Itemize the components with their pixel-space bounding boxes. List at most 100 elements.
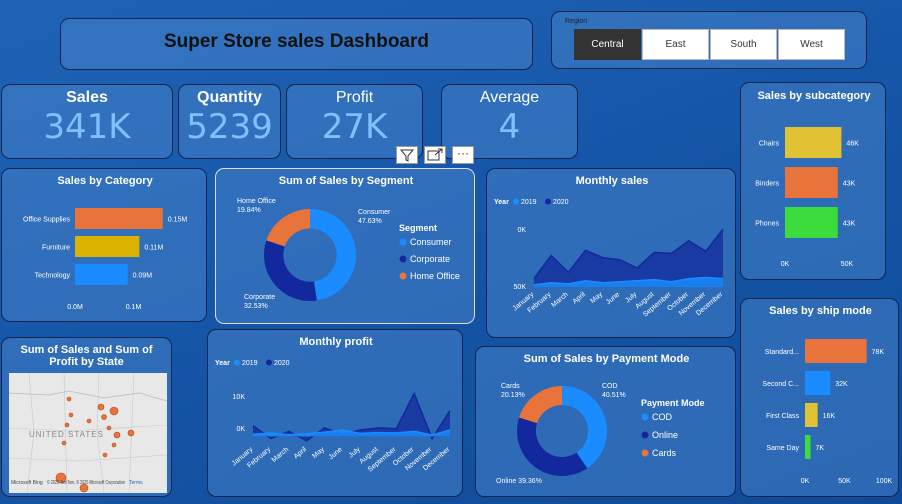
bar-value-label: 16K: [823, 413, 836, 420]
kpi-sales-card: Sales 341K: [1, 84, 173, 159]
sales-by-segment-card: Sum of Sales by Segment Consumer 47.63% Cor…: [215, 168, 475, 324]
y-tick-label: 0K: [517, 227, 526, 234]
x-tick-label: 0K: [801, 478, 810, 485]
chart-title: Sum of Sales by Segment: [279, 175, 414, 187]
x-tick-label: 50K: [838, 478, 851, 485]
legend-item: Corporate: [410, 254, 450, 264]
chart-title: Sum of Sales by Payment Mode: [524, 353, 690, 365]
bar: [785, 127, 842, 158]
legend-item: 2019: [521, 199, 537, 206]
region-option-east[interactable]: East: [642, 29, 709, 60]
bar-value-label: 78K: [872, 349, 885, 356]
legend-title: Year: [494, 199, 509, 206]
bar: [75, 236, 140, 257]
slice-percent-label: 32.53%: [244, 303, 268, 310]
x-tick-label: July: [348, 446, 362, 460]
legend-item: Cards: [652, 448, 677, 458]
kpi-average-value: 4: [498, 107, 521, 147]
x-tick-label: 100K: [876, 478, 893, 485]
chart-title: Sales by Category: [57, 175, 153, 187]
monthly-sales-card: Monthly sales Year 2019 2020 0K 50K January Feb…: [486, 168, 736, 338]
legend-item: 2020: [553, 199, 569, 206]
state-bubble: [86, 418, 92, 424]
monthly-profit-card: Monthly profit Year 2019 2020 10K 0K January Fe…: [207, 329, 463, 497]
x-tick-label: May: [311, 446, 326, 460]
legend-marker: [399, 272, 407, 280]
legend-marker: [641, 413, 649, 421]
region-option-west[interactable]: West: [778, 29, 845, 60]
legend-title: Payment Mode: [641, 398, 705, 408]
page-title: Super Store sales Dashboard: [163, 31, 430, 52]
kpi-profit-value: 27K: [321, 107, 388, 147]
region-label: Region: [565, 18, 588, 25]
legend-marker: [266, 359, 272, 366]
category-label: Phones: [755, 221, 779, 228]
sales-by-subcategory-card: Sales by subcategory Chairs 46K Binders 43K P…: [740, 82, 886, 280]
pie-slice: [517, 417, 588, 477]
pie-slice: [562, 386, 607, 469]
category-label: Chairs: [759, 141, 780, 148]
slice-label: Consumer: [358, 209, 391, 216]
map-attribution: © 2025 TomTom, © 2025 Microsoft Corporat…: [47, 479, 125, 486]
legend-marker: [399, 238, 407, 246]
sales-by-ship-mode-chart[interactable]: Sales by ship mode Standard... 78K Second C…: [741, 299, 900, 498]
sales-by-payment-card: Sum of Sales by Payment Mode COD 40.51% Onl…: [475, 346, 736, 497]
kpi-quantity-label: Quantity: [197, 89, 262, 106]
category-label: Furniture: [42, 245, 70, 252]
more-options-label: ···: [457, 146, 469, 160]
bar-value-label: 43K: [843, 221, 856, 228]
slice-label: Corporate: [244, 294, 275, 301]
filter-icon[interactable]: [396, 146, 418, 164]
legend-marker: [545, 198, 551, 205]
legend-title: Segment: [399, 223, 437, 233]
region-slicer: Region Central East South West: [551, 11, 867, 69]
pie-slice: [266, 209, 310, 247]
sales-by-category-card: Sales by Category Office Supplies 0.15M Fur…: [1, 168, 207, 322]
slice-label: Cards: [501, 383, 520, 390]
slice-percent-label: 47.63%: [358, 218, 382, 225]
state-bubble: [97, 403, 105, 411]
sales-by-ship-mode-card: Sales by ship mode Standard... 78K Second C…: [740, 298, 899, 497]
monthly-profit-chart[interactable]: Monthly profitYear 2019 202010K0KJanuaryFe…: [208, 330, 464, 498]
x-tick-label: 0K: [781, 261, 790, 268]
region-option-south[interactable]: South: [710, 29, 777, 60]
more-options-icon[interactable]: ···: [452, 146, 474, 164]
bar: [805, 371, 831, 395]
slice-label: Home Office: [237, 198, 276, 205]
x-tick-label: May: [589, 291, 604, 305]
chart-title: Monthly profit: [299, 336, 373, 348]
region-option-central[interactable]: Central: [574, 29, 641, 60]
kpi-quantity-card: Quantity 5239: [178, 84, 281, 159]
sales-by-category-chart[interactable]: Sales by Category Office Supplies 0.15M Fur…: [2, 169, 208, 323]
legend-item: Home Office: [410, 271, 460, 281]
header-card: Super Store sales Dashboard: [60, 18, 533, 70]
state-map[interactable]: UNITED STATES Microsoft Bing © 2025 TomT…: [9, 373, 167, 493]
category-label: Same Day: [766, 445, 799, 452]
y-tick-label: 10K: [233, 394, 246, 401]
category-label: Technology: [35, 273, 71, 280]
sales-by-payment-chart[interactable]: Sum of Sales by Payment Mode COD 40.51% Onl…: [476, 347, 737, 498]
map-terms-link[interactable]: Terms: [129, 480, 143, 486]
state-bubble: [64, 422, 70, 428]
category-label: Binders: [755, 181, 779, 188]
bar-value-label: 46K: [846, 141, 859, 148]
state-bubble: [66, 396, 72, 402]
chart-title: Sales by ship mode: [769, 305, 872, 317]
focus-mode-icon[interactable]: [424, 146, 446, 164]
pie-slice: [264, 240, 317, 301]
sales-profit-by-state-card: Sum of Sales and Sum of Profit by State: [1, 337, 172, 497]
map-bing-logo: Microsoft Bing: [11, 480, 43, 486]
legend-marker: [641, 431, 649, 439]
monthly-sales-chart[interactable]: Monthly salesYear 2019 20200K50KJanuaryFeb…: [487, 169, 737, 339]
category-label: First Class: [766, 413, 800, 420]
kpi-quantity-value: 5239: [186, 107, 273, 147]
sales-by-segment-chart[interactable]: Sum of Sales by Segment Consumer 47.63% Cor…: [216, 169, 476, 325]
state-bubble: [102, 452, 108, 458]
state-bubble: [109, 406, 119, 416]
x-tick-label: June: [605, 291, 621, 306]
bar-value-label: 0.11M: [144, 245, 163, 252]
x-tick-label: 0.0M: [67, 304, 83, 311]
chart-title: Monthly sales: [576, 175, 649, 187]
sales-by-subcategory-chart[interactable]: Sales by subcategory Chairs 46K Binders 43K P…: [741, 83, 887, 281]
legend-item: COD: [652, 412, 673, 422]
